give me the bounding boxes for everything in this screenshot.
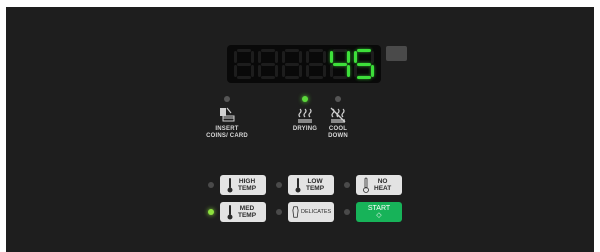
display-segment [333,62,347,66]
label-line-2: DOWN [328,133,348,139]
display-segment [275,51,278,63]
low-temp-button[interactable]: LOW TEMP [288,175,334,195]
display-segment [333,76,347,79]
label-line-1: INSERT [215,126,239,132]
dryer-control-panel: INSERT COINS/ CARD DRYING COOL DOWN HIGH… [6,7,594,252]
display-segment [323,51,326,63]
display-digit [329,49,351,79]
indicator-light [335,96,341,102]
display-digit [305,49,327,79]
thermometer-icon [227,205,233,220]
display-segment [357,49,371,52]
indicator-label: COOL DOWN [303,126,373,140]
button-label: START [367,205,391,212]
display-segment [234,51,237,63]
start-button[interactable]: START ◇ [356,202,402,222]
display-segment [299,65,302,77]
indicator-cool-down: COOL DOWN [303,96,373,140]
no-heat-button[interactable]: NO HEAT [356,175,402,195]
button-label: LOW TEMP [306,178,324,192]
high-temp-led [208,182,214,188]
display-segment [333,49,347,52]
delicates-button[interactable]: DELICATES [288,202,334,222]
label-line-1: NO [377,178,388,185]
thermometer-icon [227,178,233,193]
display-segment [237,62,251,66]
indicator-label: INSERT COINS/ CARD [192,126,262,140]
high-temp-button[interactable]: HIGH TEMP [220,175,266,195]
display-digit [353,49,375,79]
display-segment [261,76,275,79]
button-label: HIGH TEMP [238,178,256,192]
label-line-2: HEAT [374,185,392,192]
display-digit [257,49,279,79]
indicator-insert-coins: INSERT COINS/ CARD [192,96,262,140]
display-segment [347,65,350,77]
display-segment [323,65,326,77]
display-segment [357,62,371,66]
label-line-1: COOL [328,126,348,132]
display-segment [371,65,374,77]
display-segment [330,51,333,63]
display-segment [299,51,302,63]
display-segment [237,49,251,52]
button-label: MED TEMP [238,205,256,219]
display-segment [234,65,237,77]
display-segment [309,62,323,66]
cool-down-icon [330,107,346,123]
display-segment [237,76,251,79]
display-segment [309,49,323,52]
display-segment [251,65,254,77]
label-line-2: COINS/ CARD [206,133,248,139]
display-segment [354,51,357,63]
display-digit [281,49,303,79]
display-segment [309,76,323,79]
garment-icon [292,206,299,218]
label-line-1: MED [239,205,255,212]
display-segment [261,49,275,52]
low-temp-led [276,182,282,188]
display-segment [357,76,371,79]
coin-card-icon [220,107,235,122]
display-segment [371,51,374,63]
label-line-2: TEMP [306,185,325,192]
delicates-led [276,209,282,215]
display-segment [285,62,299,66]
med-temp-button[interactable]: MED TEMP [220,202,266,222]
start-icon: ◇ [376,212,382,219]
display-segment [261,62,275,66]
display-segment [347,51,350,63]
no-heat-led [344,182,350,188]
label-line-1: LOW [307,178,323,185]
thermometer-icon [363,177,369,193]
display-segment [258,51,261,63]
label-line-1: HIGH [238,178,256,185]
display-segment [306,65,309,77]
display-segment [251,51,254,63]
display-segment [258,65,261,77]
indicator-light [224,96,230,102]
button-label: NO HEAT [374,178,391,192]
display-segment [282,65,285,77]
start-led [344,209,350,215]
display-segment [354,65,357,77]
display-segment [275,65,278,77]
display-segment [285,49,299,52]
display-segment [285,76,299,79]
display-segment [306,51,309,63]
display-segment [282,51,285,63]
card-sensor [386,46,407,61]
display-segment [330,65,333,77]
display-digit [233,49,255,79]
label-line-2: TEMP [238,212,257,219]
time-display [227,45,381,83]
label-line-2: TEMP [238,185,257,192]
med-temp-led [208,209,214,215]
button-label: DELICATES [301,208,332,215]
thermometer-icon [295,178,301,193]
